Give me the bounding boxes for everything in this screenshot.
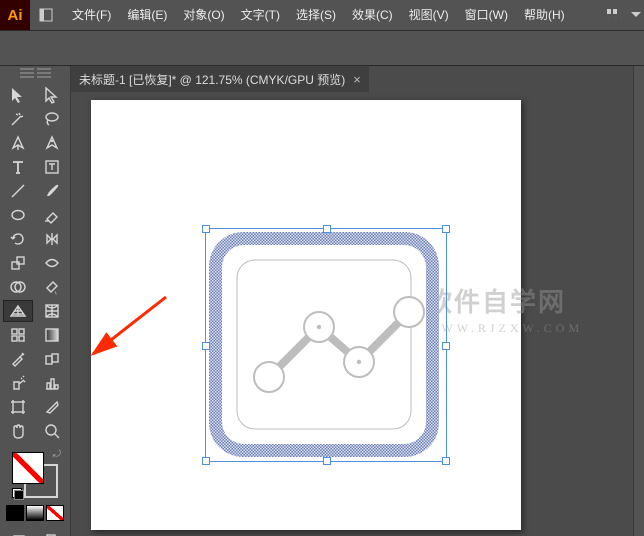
menu-type[interactable]: 文字(T) (233, 0, 288, 30)
handle-sw[interactable] (202, 457, 210, 465)
document-tab-bar: 未标题-1 [已恢复]* @ 121.75% (CMYK/GPU 预览) × (71, 66, 633, 92)
layout-grid-icon[interactable] (602, 2, 628, 28)
swap-fill-stroke-icon[interactable]: ⤾ (53, 449, 61, 460)
mesh-tool[interactable] (37, 300, 67, 322)
curvature-tool[interactable] (37, 132, 67, 154)
touch-type-tool[interactable] (37, 156, 67, 178)
handle-s[interactable] (323, 457, 331, 465)
gradient-tool[interactable] (37, 324, 67, 346)
app-titlebar: Ai 文件(F) 编辑(E) 对象(O) 文字(T) 选择(S) 效果(C) 视… (0, 0, 644, 31)
lasso-tool[interactable] (37, 108, 67, 130)
canvas[interactable]: 软件自学网 WWW.RJZXW.COM (71, 92, 633, 536)
shape-builder-tool[interactable] (3, 276, 33, 298)
document-area: 未标题-1 [已恢复]* @ 121.75% (CMYK/GPU 预览) × 软… (71, 66, 633, 536)
right-panel-strip[interactable] (633, 66, 644, 536)
default-fill-stroke-icon[interactable] (12, 488, 24, 500)
fill-swatch[interactable] (12, 452, 44, 484)
zoom-tool[interactable] (37, 420, 67, 442)
handle-ne[interactable] (442, 225, 450, 233)
live-paint-tool[interactable] (37, 276, 67, 298)
width-tool[interactable] (37, 252, 67, 274)
menu-view[interactable]: 视图(V) (401, 0, 457, 30)
line-tool[interactable] (3, 180, 33, 202)
menu-window[interactable]: 窗口(W) (457, 0, 516, 30)
blend-tool[interactable] (37, 348, 67, 370)
control-bar (0, 31, 644, 66)
slice-tool[interactable] (37, 396, 67, 418)
perspective-grid-tool[interactable] (3, 300, 33, 322)
handle-nw[interactable] (202, 225, 210, 233)
chevron-down-icon[interactable] (628, 2, 644, 28)
fill-stroke-control[interactable]: ⤾ (12, 452, 58, 498)
direct-selection-tool[interactable] (37, 84, 67, 106)
draw-behind-icon[interactable] (38, 530, 68, 536)
paintbrush-tool[interactable] (37, 180, 67, 202)
selection-tool[interactable] (3, 84, 33, 106)
main-area: ⤾ 未标题-1 [已恢复]* @ 121.75% (CMYK/GPU 预览) × (0, 66, 644, 536)
hand-tool[interactable] (3, 420, 33, 442)
scale-tool[interactable] (3, 252, 33, 274)
type-tool[interactable] (3, 156, 33, 178)
column-graph-tool[interactable] (37, 372, 67, 394)
artboard-tool[interactable] (3, 396, 33, 418)
menu-help[interactable]: 帮助(H) (516, 0, 573, 30)
handle-e[interactable] (442, 342, 450, 350)
color-mode-row (0, 502, 70, 524)
menu-edit[interactable]: 编辑(E) (119, 0, 175, 30)
eraser-tool[interactable] (37, 204, 67, 226)
handle-se[interactable] (442, 457, 450, 465)
document-tab[interactable]: 未标题-1 [已恢复]* @ 121.75% (CMYK/GPU 预览) × (71, 66, 369, 92)
symbol-sprayer-tool[interactable] (3, 372, 33, 394)
eyedropper-tool[interactable] (3, 348, 33, 370)
rotate-tool[interactable] (3, 228, 33, 250)
menu-select[interactable]: 选择(S) (288, 0, 344, 30)
handle-n[interactable] (323, 225, 331, 233)
draw-normal-icon[interactable] (4, 530, 34, 536)
pattern-tool[interactable] (3, 324, 33, 346)
color-chip-solid[interactable] (6, 505, 24, 521)
close-tab-icon[interactable]: × (353, 72, 361, 87)
document-tab-title: 未标题-1 [已恢复]* @ 121.75% (CMYK/GPU 预览) (79, 71, 345, 88)
ellipse-tool[interactable] (3, 204, 33, 226)
handle-w[interactable] (202, 342, 210, 350)
magic-wand-tool[interactable] (3, 108, 33, 130)
color-chip-none[interactable] (46, 505, 64, 521)
reflect-tool[interactable] (37, 228, 67, 250)
workspace-switcher-icon[interactable] (34, 8, 58, 22)
main-menu: 文件(F) 编辑(E) 对象(O) 文字(T) 选择(S) 效果(C) 视图(V… (64, 0, 573, 30)
pen-tool[interactable] (3, 132, 33, 154)
color-chip-gradient[interactable] (26, 505, 44, 521)
menu-file[interactable]: 文件(F) (64, 0, 119, 30)
menu-effect[interactable]: 效果(C) (344, 0, 401, 30)
selection-bounding-box[interactable] (205, 228, 447, 462)
ai-logo-icon: Ai (0, 0, 30, 30)
menu-object[interactable]: 对象(O) (175, 0, 232, 30)
tools-panel: ⤾ (0, 66, 71, 536)
